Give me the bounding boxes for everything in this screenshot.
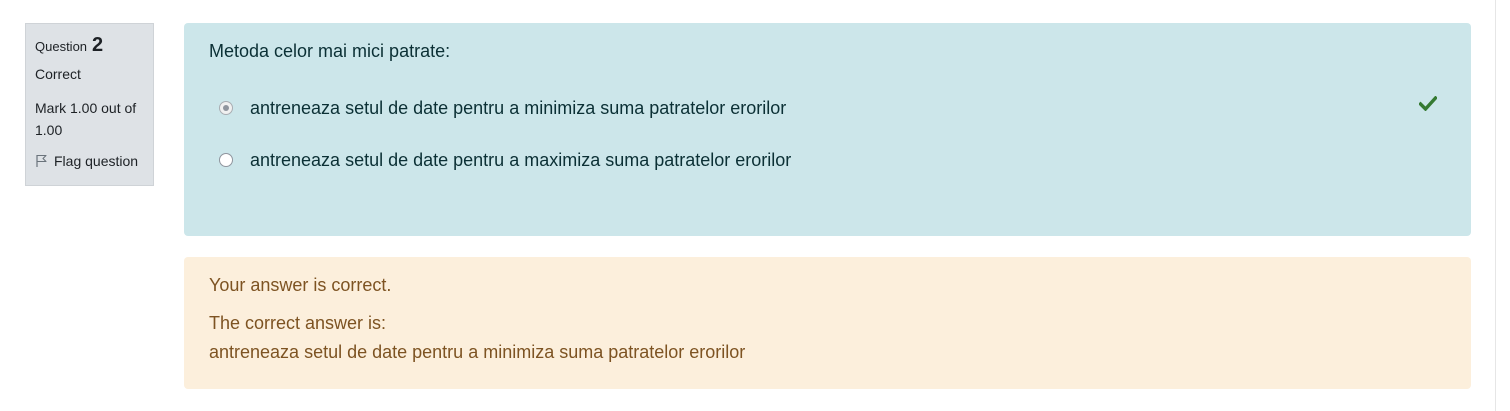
flag-question-button[interactable]: Flag question: [35, 151, 144, 171]
checkmark-icon: [1419, 96, 1437, 111]
page-scrollbar[interactable]: [1495, 0, 1510, 411]
answer-label: antreneaza setul de date pentru a maximi…: [250, 149, 792, 170]
feedback-text: Your answer is correct.: [209, 275, 392, 295]
right-answer-text: antreneaza setul de date pentru a minimi…: [209, 342, 746, 362]
flag-question-label: Flag question: [54, 153, 139, 169]
question-number-line: Question 2: [35, 34, 144, 60]
outcome-feedback-panel: Your answer is correct. The correct answ…: [184, 257, 1471, 389]
answer-option[interactable]: antreneaza setul de date pentru a maximi…: [219, 147, 1429, 173]
flag-icon: [36, 154, 47, 167]
answer-label: antreneaza setul de date pentru a minimi…: [250, 97, 787, 118]
question-number: 2: [92, 34, 104, 56]
quiz-review-page: Question 2 Correct Mark 1.00 out of 1.00…: [0, 0, 1510, 411]
question-text: Metoda celor mai mici patrate:: [209, 41, 451, 61]
answer-radio[interactable]: [219, 153, 233, 167]
question-formulation: Metoda celor mai mici patrate: antreneaz…: [184, 23, 1471, 236]
question-grade: Mark 1.00 out of 1.00: [35, 100, 137, 138]
right-answer-label: The correct answer is:: [209, 313, 387, 333]
question-state: Correct: [35, 66, 81, 82]
answer-radio-selected[interactable]: [219, 101, 233, 115]
answer-option[interactable]: antreneaza setul de date pentru a minimi…: [219, 95, 1429, 121]
question-info-panel: Question 2 Correct Mark 1.00 out of 1.00…: [25, 23, 154, 186]
question-label: Question: [35, 39, 88, 54]
